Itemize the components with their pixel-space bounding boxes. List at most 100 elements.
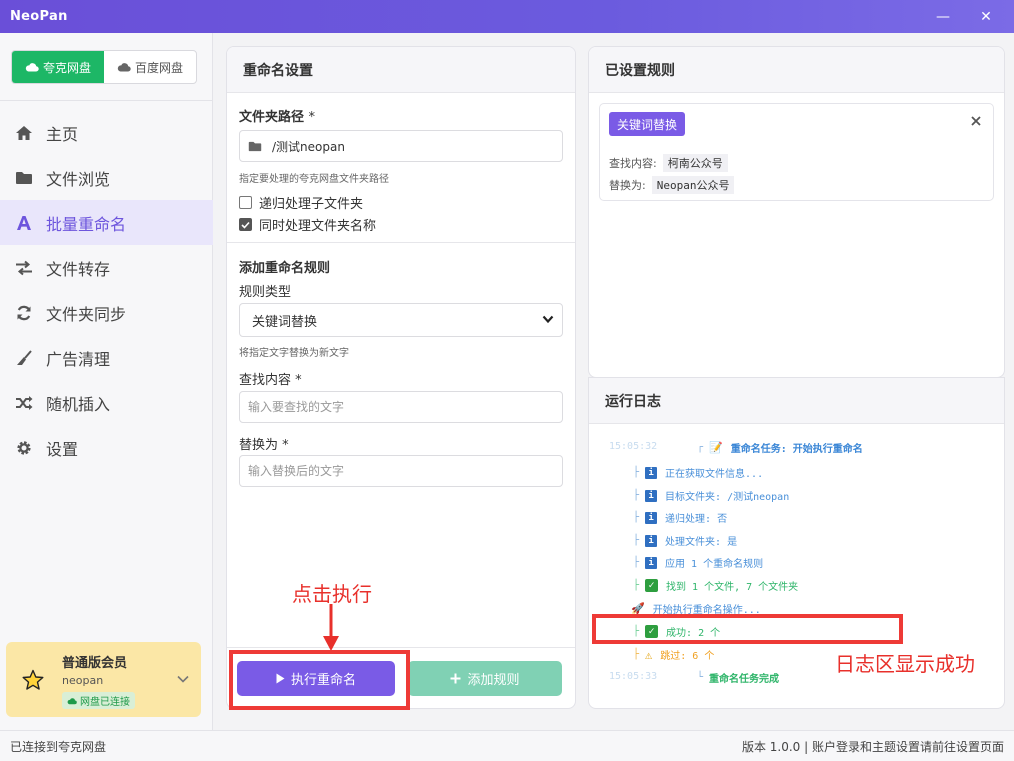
minimize-icon: — (936, 8, 950, 25)
info-icon: i (645, 466, 658, 479)
broom-icon (14, 348, 34, 368)
footer-divider (227, 647, 575, 648)
status-bar: 已连接到夸克网盘 版本 1.0.0 | 账户登录和主题设置请前往设置页面 (0, 730, 1014, 761)
cloud-icon (117, 63, 131, 72)
annotation-highlight-box (229, 650, 410, 710)
sidebar-item-file-browse[interactable]: 文件浏览 (0, 155, 213, 200)
warning-icon: ⚠ (645, 647, 653, 662)
rule-replace-line: 替换为: Neopan公众号 (609, 176, 735, 194)
cloud-icon (25, 63, 39, 72)
chevron-down-icon (542, 315, 554, 324)
sidebar-item-random-insert[interactable]: 随机插入 (0, 380, 213, 425)
minimize-button[interactable]: — (923, 0, 963, 33)
rename-settings-panel: 重命名设置 文件夹路径 * /测试neopan 指定要处理的夸克网盘文件夹路径 … (226, 46, 576, 709)
sidebar-item-folder-sync[interactable]: 文件夹同步 (0, 290, 213, 335)
include-folders-option[interactable]: 同时处理文件夹名称 (239, 215, 376, 234)
panel-title: 运行日志 (589, 378, 1004, 424)
chevron-down-icon (177, 672, 189, 687)
plus-icon (450, 673, 461, 684)
sidebar-item-home[interactable]: 主页 (0, 110, 213, 155)
add-rule-button[interactable]: 添加规则 (408, 661, 562, 696)
disk-tab-baidu[interactable]: 百度网盘 (104, 51, 196, 83)
font-icon (14, 213, 34, 233)
folder-icon (14, 168, 34, 188)
check-icon (241, 221, 250, 229)
exchange-icon (14, 258, 34, 278)
log-line: ├ ⚠ 跳过: 6 个 (633, 647, 715, 663)
replace-text-field[interactable] (248, 456, 562, 486)
rule-type-select[interactable]: 关键词替换 (239, 303, 563, 337)
member-card[interactable]: 普通版会员 neopan 网盘已连接 (6, 642, 201, 717)
annotation-click-text: 点击执行 (292, 582, 372, 606)
annotation-log-text: 日志区显示成功 (835, 652, 975, 676)
close-button[interactable]: ✕ (966, 0, 1006, 33)
rule-find-value: 柯南公众号 (662, 154, 728, 172)
rule-card: 关键词替换 查找内容: 柯南公众号 替换为: Neopan公众号 (599, 103, 994, 201)
app-title: NeoPan (10, 9, 68, 24)
rule-find-line: 查找内容: 柯南公众号 (609, 154, 728, 172)
rule-type-label: 规则类型 (239, 285, 292, 300)
rule-replace-value: Neopan公众号 (651, 176, 735, 194)
member-level: 普通版会员 (62, 656, 128, 671)
remove-rule-button[interactable] (971, 114, 981, 130)
find-text-field[interactable] (248, 392, 562, 422)
version-info: 版本 1.0.0 | 账户登录和主题设置请前往设置页面 (741, 739, 1004, 754)
replace-input[interactable] (239, 455, 563, 487)
disk-switch: 夸克网盘 百度网盘 (11, 50, 197, 84)
required-mark: * (308, 110, 316, 125)
log-line: ├ i 目标文件夹: /测试neopan (633, 489, 790, 503)
shuffle-icon (14, 393, 34, 413)
folder-path-label: 文件夹路径 * (239, 110, 316, 125)
info-icon: i (645, 534, 658, 547)
cloud-icon (67, 697, 77, 704)
log-line: ├ i 应用 1 个重命名规则 (633, 556, 764, 570)
disk-tab-quark[interactable]: 夸克网盘 (12, 51, 104, 83)
log-timestamp: 15:05:33 (609, 671, 658, 682)
check-icon: ✓ (645, 579, 659, 592)
folder-path-input[interactable]: /测试neopan (239, 130, 563, 162)
annotation-highlight-box (592, 614, 903, 644)
star-icon (22, 669, 44, 695)
home-icon (14, 123, 34, 143)
recursive-option[interactable]: 递归处理子文件夹 (239, 193, 363, 212)
sidebar: 夸克网盘 百度网盘 主页 文件浏览 批量重命名 文件转存 文件夹同步 广告清理 … (0, 33, 213, 730)
info-icon: i (645, 511, 658, 524)
connection-badge: 网盘已连接 (62, 692, 135, 709)
log-line: ├ ✓ 找到 1 个文件, 7 个文件夹 (633, 579, 799, 593)
connection-status: 已连接到夸克网盘 (10, 739, 107, 754)
sidebar-item-ad-clean[interactable]: 广告清理 (0, 335, 213, 380)
add-rule-title: 添加重命名规则 (239, 261, 331, 276)
recursive-checkbox[interactable] (239, 196, 252, 209)
rule-type-tag: 关键词替换 (609, 112, 686, 136)
required-mark: * (282, 438, 289, 453)
sidebar-item-transfer[interactable]: 文件转存 (0, 245, 213, 290)
log-line: ├ i 处理文件夹: 是 (633, 534, 738, 548)
close-icon: ✕ (980, 8, 992, 25)
gear-icon (14, 438, 34, 458)
title-bar: NeoPan — ✕ (0, 0, 1014, 33)
log-timestamp: 15:05:32 (609, 441, 658, 452)
sidebar-item-batch-rename[interactable]: 批量重命名 (0, 200, 213, 245)
folder-path-hint: 指定要处理的夸克网盘文件夹路径 (239, 174, 389, 185)
member-username: neopan (62, 674, 104, 687)
required-mark: * (295, 373, 302, 388)
include-folders-checkbox[interactable] (239, 218, 252, 231)
panel-title: 已设置规则 (589, 47, 1004, 93)
rule-type-hint: 将指定文字替换为新文字 (239, 348, 349, 359)
sidebar-item-settings[interactable]: 设置 (0, 425, 213, 470)
info-icon: i (645, 556, 658, 569)
annotation-arrow-icon (323, 604, 339, 651)
find-input[interactable] (239, 391, 563, 423)
rules-panel: 已设置规则 关键词替换 查找内容: 柯南公众号 替换为: Neopan公众号 (588, 46, 1005, 378)
sidebar-nav: 主页 文件浏览 批量重命名 文件转存 文件夹同步 广告清理 随机插入 设置 (0, 110, 213, 470)
log-line: ┌ 📝 重命名任务: 开始执行重命名 (697, 441, 863, 455)
log-line: └ 重命名任务完成 (697, 672, 780, 685)
close-icon (971, 116, 981, 126)
sync-icon (14, 303, 34, 323)
info-icon: i (645, 489, 658, 502)
log-line: ├ i 正在获取文件信息... (633, 466, 764, 480)
sidebar-divider (0, 100, 213, 101)
folder-icon (248, 141, 262, 151)
panel-title: 重命名设置 (227, 47, 575, 93)
memo-icon: 📝 (709, 441, 723, 454)
